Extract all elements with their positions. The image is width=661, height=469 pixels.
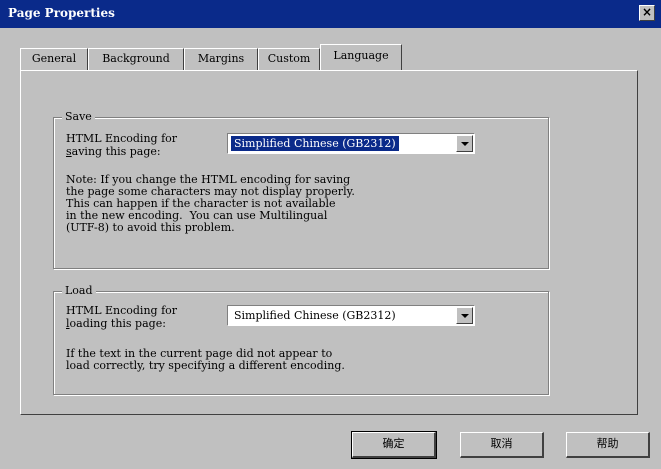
title-bar[interactable]: Page Properties ×: [0, 0, 661, 28]
language-tab-panel: Save HTML Encoding for saving this page:…: [20, 70, 638, 415]
cancel-button-label: 取消: [490, 437, 513, 450]
tab-background-label: Background: [102, 52, 170, 65]
save-encoding-dropdown-button[interactable]: [456, 135, 473, 152]
load-encoding-label-line1: HTML Encoding for: [66, 304, 178, 317]
load-encoding-label-line2: loading this page:: [66, 317, 166, 330]
tab-custom-label: Custom: [267, 52, 311, 65]
save-group-legend: Save: [62, 110, 95, 123]
tab-language[interactable]: Language: [320, 44, 402, 70]
save-encoding-note: Note: If you change the HTML encoding fo…: [66, 173, 355, 234]
save-encoding-label-line2: saving this page:: [66, 145, 161, 158]
tab-margins[interactable]: Margins: [184, 48, 258, 70]
ok-button[interactable]: 确定: [351, 431, 437, 459]
load-encoding-value: Simplified Chinese (GB2312): [234, 309, 396, 322]
load-group-legend: Load: [62, 284, 96, 297]
tab-language-label: Language: [333, 49, 389, 62]
tab-background[interactable]: Background: [88, 48, 184, 70]
window-title: Page Properties: [8, 6, 115, 20]
close-icon: ×: [641, 5, 653, 19]
chevron-down-icon: [461, 142, 469, 146]
tab-general-label: General: [31, 52, 77, 65]
chevron-down-icon: [461, 314, 469, 318]
save-encoding-value: Simplified Chinese (GB2312): [230, 135, 400, 152]
save-encoding-label-line1: HTML Encoding for: [66, 132, 178, 145]
help-button-label: 帮助: [596, 437, 619, 450]
close-button[interactable]: ×: [639, 5, 655, 21]
load-encoding-note: If the text in the current page did not …: [66, 347, 345, 372]
load-group: Load HTML Encoding for loading this page…: [53, 284, 549, 395]
cancel-button[interactable]: 取消: [460, 432, 544, 458]
help-button[interactable]: 帮助: [566, 432, 650, 458]
load-encoding-dropdown-button[interactable]: [456, 307, 473, 324]
save-group: Save HTML Encoding for saving this page:…: [53, 110, 549, 269]
save-encoding-select[interactable]: Simplified Chinese (GB2312): [227, 133, 475, 154]
tab-custom[interactable]: Custom: [258, 48, 320, 70]
tab-margins-label: Margins: [197, 52, 245, 65]
tab-general[interactable]: General: [20, 48, 88, 70]
load-encoding-select[interactable]: Simplified Chinese (GB2312): [227, 305, 475, 326]
ok-button-label: 确定: [382, 437, 405, 450]
